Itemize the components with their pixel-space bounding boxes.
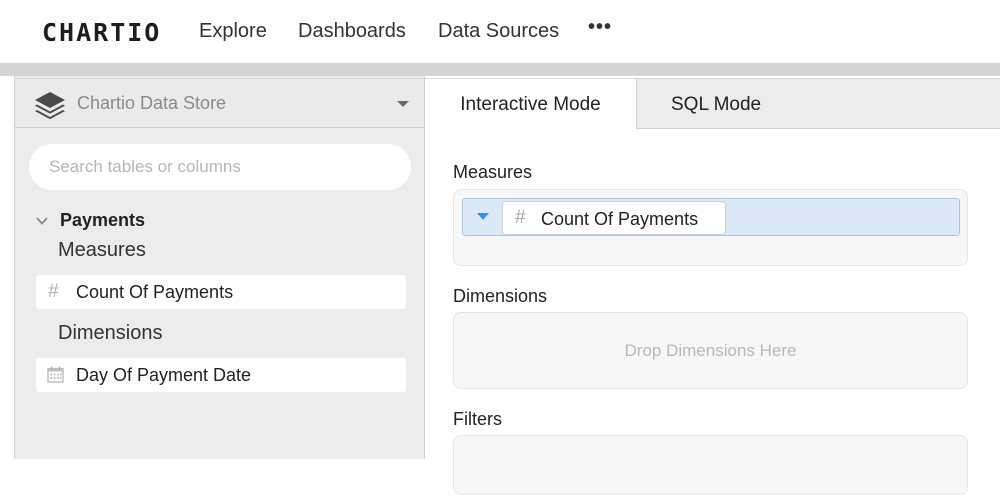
measures-label: Measures	[453, 162, 533, 182]
chevron-down-icon[interactable]	[35, 214, 49, 228]
measure-item[interactable]: # Count Of Payments	[462, 198, 960, 236]
hash-icon: #	[515, 207, 526, 228]
chevron-down-icon	[397, 101, 409, 107]
measure-pill-label: Count Of Payments	[541, 209, 699, 229]
field-day-of-payment-date[interactable]: Day Of Payment Date	[36, 358, 406, 392]
tab-interactive-mode[interactable]: Interactive Mode	[425, 78, 637, 129]
caret-down-icon[interactable]	[477, 213, 489, 220]
more-menu-icon[interactable]: •••	[588, 16, 612, 39]
nav-data-sources-link[interactable]: Data Sources	[438, 20, 559, 43]
measures-heading: Measures	[58, 239, 146, 261]
query-builder-panel: Interactive Mode SQL Mode Measures # Cou…	[424, 76, 1000, 495]
nav-dashboards-link[interactable]: Dashboards	[298, 20, 406, 43]
field-count-of-payments[interactable]: # Count Of Payments	[36, 275, 406, 309]
search-input[interactable]	[29, 144, 411, 190]
hash-icon: #	[48, 281, 59, 302]
tab-sql-mode[interactable]: SQL Mode	[637, 78, 1000, 129]
table-payments[interactable]: Payments	[60, 210, 145, 231]
dimensions-label: Dimensions	[453, 286, 548, 306]
dimensions-heading: Dimensions	[58, 322, 163, 344]
datasource-select[interactable]: Chartio Data Store	[15, 78, 425, 128]
chartio-logo[interactable]: CHARTIO	[42, 18, 161, 47]
dimensions-dropzone[interactable]: Drop Dimensions Here	[453, 312, 968, 389]
measures-dropzone[interactable]: # Count Of Payments	[453, 189, 968, 266]
calendar-icon	[47, 366, 64, 383]
field-label: Day Of Payment Date	[76, 365, 252, 385]
layers-icon	[35, 92, 65, 120]
datasource-name: Chartio Data Store	[77, 93, 227, 113]
filters-dropzone[interactable]	[453, 435, 968, 495]
measure-pill[interactable]: # Count Of Payments	[502, 201, 726, 235]
nav-explore-link[interactable]: Explore	[199, 20, 267, 43]
schema-panel: Chartio Data Store Payments Measures # C…	[14, 76, 425, 459]
top-navigation: CHARTIO Explore Dashboards Data Sources …	[0, 0, 1000, 63]
header-divider	[0, 63, 1000, 76]
dimensions-drop-hint: Drop Dimensions Here	[624, 341, 797, 360]
field-label: Count Of Payments	[76, 282, 234, 302]
filters-label: Filters	[453, 409, 502, 429]
